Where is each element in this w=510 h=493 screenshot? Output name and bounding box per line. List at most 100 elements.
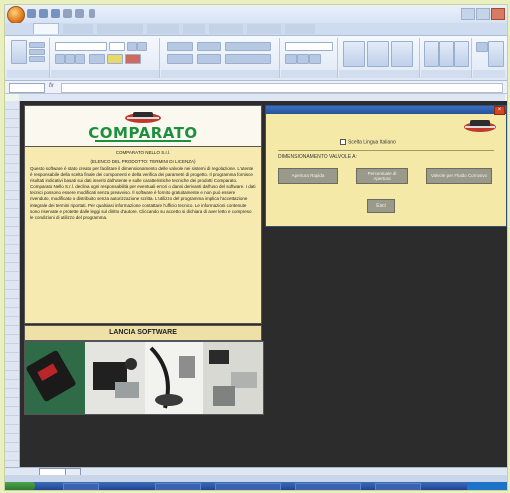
row-header-cell[interactable] (5, 191, 19, 200)
indent-button[interactable] (197, 54, 221, 64)
redo-icon[interactable] (51, 9, 60, 18)
start-button[interactable] (5, 482, 35, 490)
row-header-cell[interactable] (5, 182, 19, 191)
tab-developer[interactable] (285, 24, 315, 34)
taskbar-item[interactable] (155, 483, 201, 490)
row-header-cell[interactable] (5, 272, 19, 281)
align-left-button[interactable] (167, 54, 193, 64)
italic-button[interactable] (65, 54, 75, 64)
orientation-button[interactable] (197, 42, 221, 51)
fill-color-button[interactable] (107, 54, 123, 64)
row-header-cell[interactable] (5, 155, 19, 164)
row-header-cell[interactable] (5, 281, 19, 290)
language-checkbox[interactable]: Scelta Lingua Italiano (340, 139, 396, 145)
row-header-cell[interactable] (5, 110, 19, 119)
row-header-cell[interactable] (5, 218, 19, 227)
customize-icon[interactable] (89, 9, 95, 18)
row-header-cell[interactable] (5, 119, 19, 128)
name-box[interactable] (9, 83, 45, 93)
row-header-cell[interactable] (5, 335, 19, 344)
exit-button[interactable]: Esci (367, 199, 395, 213)
row-header-cell[interactable] (5, 443, 19, 452)
tab-insert[interactable] (63, 24, 93, 34)
row-header-cell[interactable] (5, 200, 19, 209)
save-icon[interactable] (27, 9, 36, 18)
row-header-cell[interactable] (5, 299, 19, 308)
minimize-icon[interactable] (461, 8, 475, 20)
row-header-cell[interactable] (5, 362, 19, 371)
shrink-font-button[interactable] (137, 42, 147, 51)
font-name-select[interactable] (55, 42, 107, 51)
row-header-cell[interactable] (5, 173, 19, 182)
cut-button[interactable] (29, 42, 45, 48)
tab-view[interactable] (247, 24, 281, 34)
format-as-table-button[interactable] (367, 41, 389, 67)
bold-button[interactable] (55, 54, 65, 64)
tab-home[interactable] (33, 23, 59, 34)
row-header-cell[interactable] (5, 308, 19, 317)
row-header-cell[interactable] (5, 254, 19, 263)
checkbox-icon[interactable] (340, 139, 346, 145)
row-header-cell[interactable] (5, 452, 19, 461)
grow-font-button[interactable] (127, 42, 137, 51)
row-header-cell[interactable] (5, 146, 19, 155)
row-header-cell[interactable] (5, 344, 19, 353)
maximize-icon[interactable] (476, 8, 490, 20)
row-header-cell[interactable] (5, 326, 19, 335)
percent-button[interactable] (297, 54, 309, 64)
office-button[interactable] (7, 6, 25, 24)
format-cells-button[interactable] (454, 41, 469, 67)
tab-data[interactable] (183, 24, 205, 34)
row-header-cell[interactable] (5, 434, 19, 443)
row-header-cell[interactable] (5, 425, 19, 434)
undo-icon[interactable] (39, 9, 48, 18)
merge-center-button[interactable] (225, 54, 271, 64)
row-header-cell[interactable] (5, 101, 19, 110)
row-header-cell[interactable] (5, 371, 19, 380)
conditional-formatting-button[interactable] (343, 41, 365, 67)
row-header-cell[interactable] (5, 128, 19, 137)
quick-opening-button[interactable]: Apertura Rapida (278, 168, 338, 184)
tab-review[interactable] (209, 24, 243, 34)
launch-software-button[interactable]: LANCIA SOFTWARE (24, 325, 262, 341)
taskbar-item[interactable] (215, 483, 281, 490)
corrosive-fluid-button[interactable]: Valvole per Fluido Corrosivo (426, 168, 492, 184)
underline-button[interactable] (75, 54, 85, 64)
row-header-cell[interactable] (5, 164, 19, 173)
font-color-button[interactable] (125, 54, 141, 64)
row-header-cell[interactable] (5, 416, 19, 425)
preview-icon[interactable] (75, 9, 84, 18)
taskbar-item[interactable] (375, 483, 421, 490)
borders-button[interactable] (89, 54, 105, 64)
comma-button[interactable] (309, 54, 321, 64)
delete-cells-button[interactable] (439, 41, 454, 67)
wrap-text-button[interactable] (225, 42, 271, 51)
currency-button[interactable] (285, 54, 297, 64)
paste-button[interactable] (11, 40, 27, 64)
row-header-cell[interactable] (5, 407, 19, 416)
row-header-cell[interactable] (5, 398, 19, 407)
row-header-cell[interactable] (5, 380, 19, 389)
formula-input[interactable] (61, 83, 503, 93)
sort-filter-button[interactable] (488, 41, 504, 67)
row-header-cell[interactable] (5, 245, 19, 254)
tab-page-layout[interactable] (97, 24, 143, 34)
row-header-cell[interactable] (5, 389, 19, 398)
number-format-select[interactable] (285, 42, 333, 51)
taskbar-item[interactable] (63, 483, 99, 490)
fx-icon[interactable]: fx (49, 83, 54, 89)
row-header-cell[interactable] (5, 209, 19, 218)
row-header-cell[interactable] (5, 290, 19, 299)
close-icon[interactable] (491, 8, 505, 20)
tab-formulas[interactable] (147, 24, 179, 34)
cell-styles-button[interactable] (391, 41, 413, 67)
insert-cells-button[interactable] (424, 41, 439, 67)
row-header-cell[interactable] (5, 263, 19, 272)
align-top-button[interactable] (167, 42, 193, 51)
row-header-cell[interactable] (5, 227, 19, 236)
row-header-cell[interactable] (5, 353, 19, 362)
row-header-cell[interactable] (5, 137, 19, 146)
print-icon[interactable] (63, 9, 72, 18)
format-painter-button[interactable] (29, 56, 45, 62)
dialog-close-icon[interactable]: × (494, 106, 505, 115)
